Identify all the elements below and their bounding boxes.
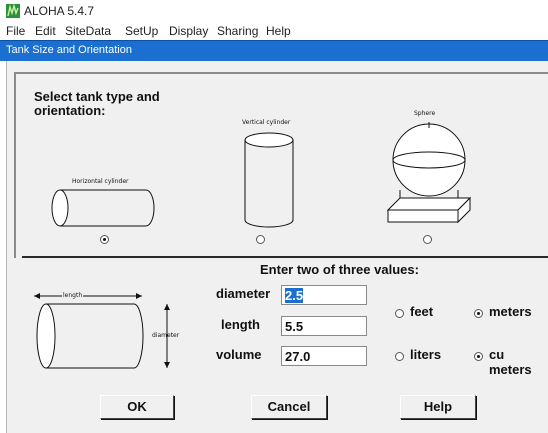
tank-label-vertical: Vertical cylinder — [242, 119, 291, 126]
vertical-cylinder-image[interactable] — [242, 130, 296, 230]
radio-liters[interactable] — [395, 352, 404, 361]
radio-horizontal-cylinder[interactable] — [100, 235, 109, 244]
cancel-button[interactable]: Cancel — [251, 395, 327, 419]
radio-meters[interactable] — [474, 309, 483, 318]
tank-type-heading: Select tank type and orientation: — [34, 90, 160, 118]
horizontal-cylinder-image[interactable] — [50, 186, 158, 230]
values-heading: Enter two of three values: — [260, 262, 419, 277]
meters-label[interactable]: meters — [489, 304, 532, 319]
radio-feet[interactable] — [395, 309, 404, 318]
menu-sitedata[interactable]: SiteData — [65, 24, 111, 38]
menu-setup[interactable]: SetUp — [125, 24, 158, 38]
menu-help[interactable]: Help — [266, 24, 291, 38]
aloha-app-icon — [6, 4, 20, 18]
dialog-titlebar: Tank Size and Orientation — [0, 40, 548, 61]
menu-edit[interactable]: Edit — [35, 24, 56, 38]
menu-file[interactable]: File — [6, 24, 25, 38]
dialog-title: Tank Size and Orientation — [6, 44, 132, 56]
cu-meters-label[interactable]: cu meters — [489, 347, 548, 377]
radio-cu-meters[interactable] — [474, 352, 483, 361]
diagram-diameter-label: diameter — [152, 332, 180, 339]
radio-vertical-cylinder[interactable] — [256, 235, 265, 244]
diameter-label: diameter — [216, 286, 271, 301]
volume-input[interactable]: 27.0 — [281, 346, 367, 366]
app-titlebar: ALOHA 5.4.7 — [0, 0, 548, 22]
diameter-input[interactable]: 2.5 — [281, 285, 367, 305]
help-button[interactable]: Help — [400, 395, 476, 419]
menu-bar: File Edit SiteData SetUp Display Sharing… — [0, 22, 548, 40]
tank-label-sphere: Sphere — [414, 110, 436, 117]
section-divider — [22, 256, 548, 258]
volume-value: 27.0 — [285, 349, 311, 364]
radio-sphere[interactable] — [423, 235, 432, 244]
liters-label[interactable]: liters — [410, 347, 441, 362]
volume-label: volume — [216, 347, 262, 362]
length-value: 5.5 — [285, 319, 304, 334]
feet-label[interactable]: feet — [410, 304, 433, 319]
tank-type-heading-line1: Select tank type and — [34, 89, 160, 104]
ok-button[interactable]: OK — [100, 395, 174, 419]
menu-sharing[interactable]: Sharing — [217, 24, 258, 38]
diagram-length-label: length — [62, 292, 84, 299]
sphere-tank-image[interactable] — [386, 118, 472, 230]
length-input[interactable]: 5.5 — [281, 316, 367, 336]
tank-type-heading-line2: orientation: — [34, 103, 106, 118]
menu-display[interactable]: Display — [169, 24, 208, 38]
diameter-value: 2.5 — [285, 288, 304, 303]
tank-label-horizontal: Horizontal cylinder — [72, 178, 129, 185]
length-label: length — [221, 317, 260, 332]
app-title: ALOHA 5.4.7 — [24, 4, 95, 18]
